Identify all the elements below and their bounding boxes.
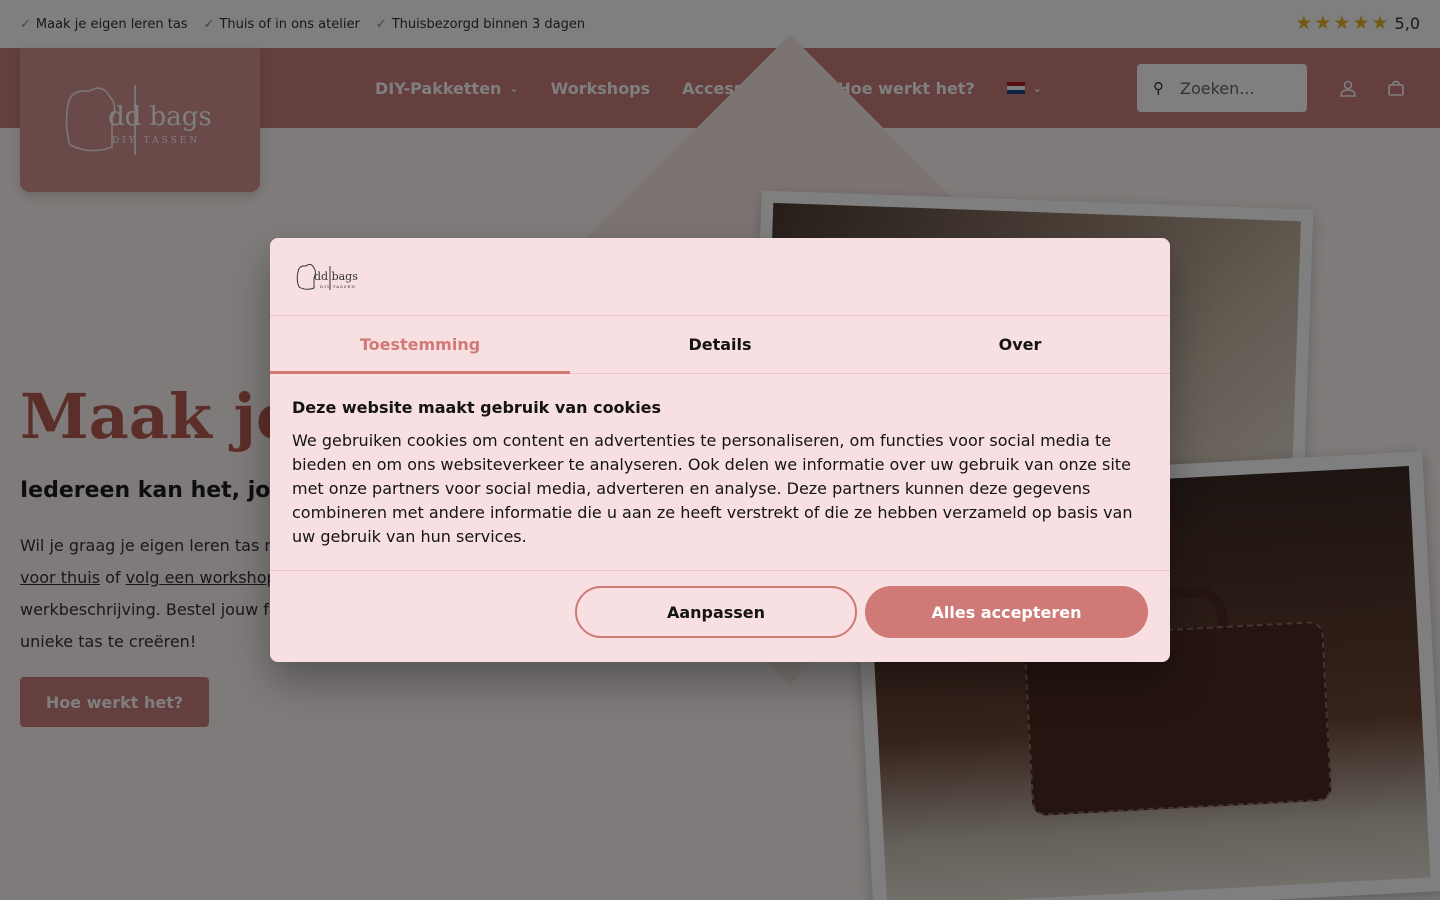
tab-over[interactable]: Over — [870, 316, 1170, 373]
dialog-actions: Aanpassen Alles accepteren — [270, 571, 1170, 638]
accept-all-button[interactable]: Alles accepteren — [865, 586, 1148, 638]
dialog-title: Deze website maakt gebruik van cookies — [292, 398, 662, 417]
cookie-consent-dialog: dd bags DIY TASSEN Toestemming Details O… — [270, 238, 1170, 662]
dialog-logo-text: dd bags — [314, 270, 358, 283]
tab-toestemming[interactable]: Toestemming — [270, 316, 570, 374]
dialog-description: We gebruiken cookies om content en adver… — [292, 431, 1133, 546]
tab-details[interactable]: Details — [570, 316, 870, 373]
customize-button[interactable]: Aanpassen — [575, 586, 857, 638]
dialog-tabs: Toestemming Details Over — [270, 316, 1170, 374]
dialog-body: Deze website maakt gebruik van cookies W… — [270, 374, 1170, 571]
dialog-header: dd bags DIY TASSEN — [270, 238, 1170, 316]
dialog-logo-subtext: DIY TASSEN — [320, 284, 356, 289]
dialog-logo: dd bags DIY TASSEN — [296, 263, 358, 290]
